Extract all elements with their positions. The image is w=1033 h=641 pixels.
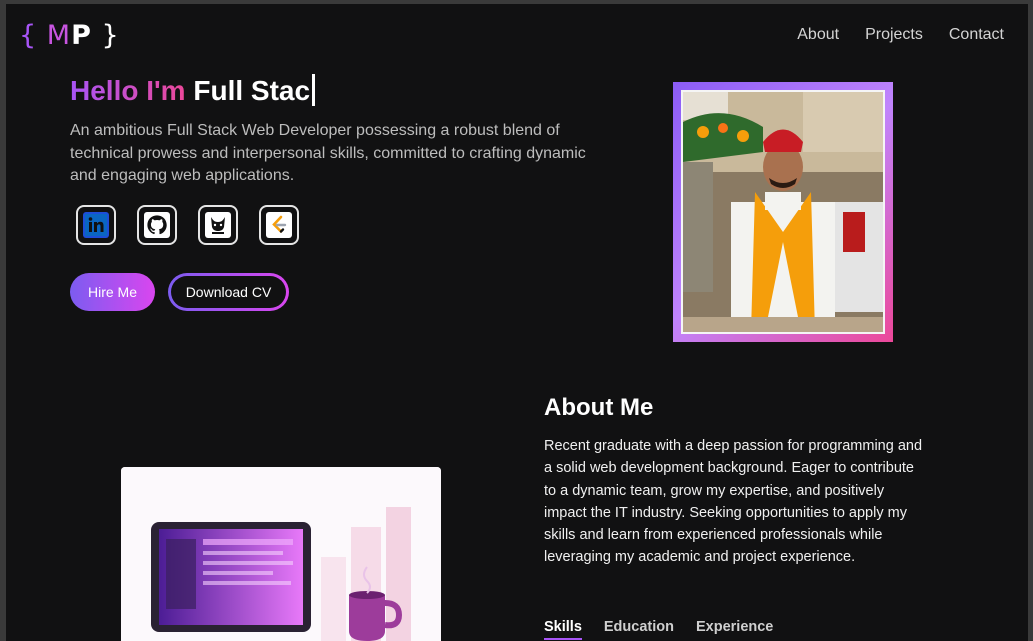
logo-brace-open: { [19,20,38,51]
hero-typed-role: Full Stac [193,75,311,106]
nav-projects-link[interactable]: Projects [865,26,923,44]
download-cv-label: Download CV [171,276,286,308]
main-nav: About Projects Contact [797,26,1004,44]
hero-greeting: Hello I'm [70,75,186,106]
linkedin-link[interactable] [76,205,116,245]
hero-description: An ambitious Full Stack Web Developer po… [70,122,586,184]
github-icon [144,212,170,238]
leetcode-link[interactable] [259,205,299,245]
logo-letter-m: M [46,20,72,51]
linkedin-icon [83,212,109,238]
hire-me-button[interactable]: Hire Me [70,273,155,311]
nav-contact-link[interactable]: Contact [949,26,1004,44]
logo-brace-close: } [101,20,120,51]
codechef-icon [205,212,231,238]
nav-about-link[interactable]: About [797,26,839,44]
download-cv-button[interactable]: Download CV [168,273,289,311]
tab-skills[interactable]: Skills [544,619,582,640]
about-illustration [121,467,441,641]
typing-caret [312,74,316,106]
leetcode-icon [266,212,292,238]
profile-photo-frame [673,82,893,342]
page-frame: { MP } About Projects Contact Hello I'm … [6,4,1028,641]
github-link[interactable] [137,205,177,245]
social-links [76,205,299,245]
hero-title: Hello I'm Full Stac [70,74,316,107]
site-logo[interactable]: { MP } [19,20,120,51]
about-title: About Me [544,394,654,421]
profile-photo [681,90,885,334]
tab-experience[interactable]: Experience [696,619,773,640]
logo-letter-p: P [71,20,92,51]
codechef-link[interactable] [198,205,238,245]
about-tabs: Skills Education Experience [544,619,773,640]
about-description: Recent graduate with a deep passion for … [544,438,923,566]
tab-education[interactable]: Education [604,619,674,640]
